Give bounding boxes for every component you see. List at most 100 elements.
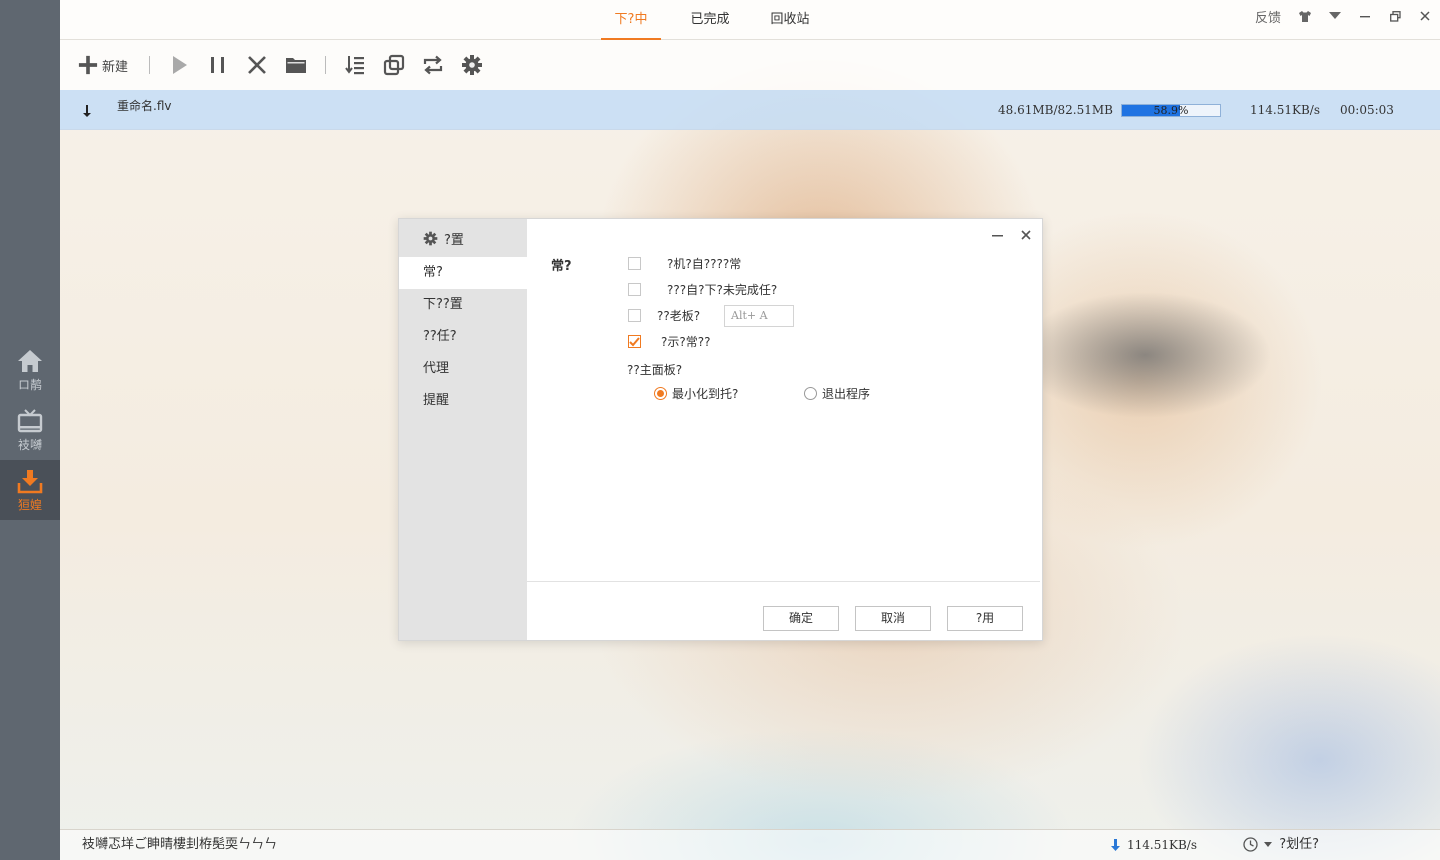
- plus-icon: [78, 55, 98, 75]
- boss-key-hotkey-input[interactable]: Alt+ A: [724, 305, 794, 327]
- minimize-icon: [1360, 16, 1370, 18]
- radio-minimize-to-tray[interactable]: 最小化到托?: [654, 385, 738, 402]
- settings-nav-reminder[interactable]: 提醒: [399, 385, 527, 417]
- settings-dialog: ?置 常? 下??置 ??任? 代理 提醒 常? ?机?自????常 ???自?…: [398, 218, 1043, 641]
- settings-nav-general[interactable]: 常?: [399, 257, 527, 289]
- cancel-button[interactable]: 取消: [855, 606, 931, 631]
- section-label-general: 常?: [551, 259, 572, 274]
- shirt-icon: [1299, 10, 1311, 22]
- copy-icon: [383, 54, 405, 76]
- download-speed-icon: [1110, 830, 1121, 860]
- status-message: 衼嚩忑垟ご眒晴樓刲栫髧耎ㄣㄣㄣ: [82, 837, 278, 852]
- task-progress-bar: 58.9%: [1121, 104, 1221, 117]
- status-speed: 114.51KB/s: [1127, 838, 1197, 852]
- menu-dropdown-button[interactable]: [1324, 6, 1346, 26]
- duplicate-button[interactable]: [383, 53, 405, 77]
- close-icon: [1420, 11, 1430, 21]
- new-task-button[interactable]: 新建: [78, 53, 128, 77]
- toolbar: 新建: [60, 40, 1440, 90]
- close-panel-label: ??主面板?: [627, 363, 683, 377]
- dialog-minimize-button[interactable]: [987, 225, 1007, 245]
- tv-icon: [17, 408, 43, 432]
- option-label: ??老板?: [657, 309, 701, 323]
- open-folder-button[interactable]: [285, 53, 307, 77]
- radio-label: 最小化到托?: [672, 387, 739, 401]
- task-size: 48.61MB/82.51MB: [998, 103, 1113, 117]
- start-button[interactable]: [168, 53, 190, 77]
- ok-button[interactable]: 确定: [763, 606, 839, 631]
- sidebar-item-home[interactable]: ロ䴖: [0, 340, 60, 400]
- exit-program-radio[interactable]: [804, 387, 817, 400]
- sidebar-item-label: 狟媓: [17, 497, 42, 512]
- option-boss-key[interactable]: ??老板?: [628, 307, 700, 324]
- settings-nav-proxy[interactable]: 代理: [399, 353, 527, 385]
- settings-nav-tasks[interactable]: ??任?: [399, 321, 527, 353]
- settings-button[interactable]: [461, 53, 483, 77]
- show-status-checkbox[interactable]: [628, 335, 641, 348]
- settings-nav: ?置 常? 下??置 ??任? 代理 提醒: [399, 219, 527, 640]
- sort-button[interactable]: [344, 53, 366, 77]
- close-icon: [248, 56, 266, 74]
- minimize-to-tray-radio[interactable]: [654, 387, 667, 400]
- option-label: ?机?自????常: [667, 257, 742, 271]
- task-time-left: 00:05:03: [1340, 103, 1394, 117]
- pause-icon: [211, 57, 224, 73]
- gear-icon: [462, 55, 482, 75]
- gear-icon: [423, 231, 438, 245]
- task-file-name: 重命名.flv: [117, 99, 172, 113]
- progress-text: 58.9%: [1153, 104, 1189, 117]
- radio-exit-program[interactable]: 退出程序: [804, 385, 870, 402]
- settings-header: ?置: [399, 219, 527, 257]
- caret-down-icon: [1264, 842, 1273, 847]
- settings-nav-download[interactable]: 下??置: [399, 289, 527, 321]
- option-autostart[interactable]: ?机?自????常: [628, 255, 741, 272]
- pause-button[interactable]: [207, 53, 229, 77]
- clock-icon: [1243, 837, 1258, 852]
- tab-downloading[interactable]: 下?中: [601, 0, 661, 40]
- tab-completed[interactable]: 已完成: [681, 0, 739, 40]
- list-sort-icon: [345, 56, 364, 75]
- sidebar-item-tv[interactable]: 衼嚩: [0, 400, 60, 460]
- close-window-button[interactable]: [1414, 6, 1436, 26]
- status-bar: 衼嚩忑垟ご眒晴樓刲栫髧耎ㄣㄣㄣ 114.51KB/s ?划任?: [60, 829, 1440, 860]
- option-label: ?示?常??: [661, 335, 711, 349]
- close-icon: [1021, 230, 1031, 240]
- download-icon: [17, 469, 43, 493]
- feedback-link[interactable]: 反馈: [1250, 6, 1286, 26]
- sidebar-item-download[interactable]: 狟媓: [0, 460, 60, 520]
- restore-icon: [1389, 10, 1401, 22]
- tab-recycle-bin[interactable]: 回收站: [761, 0, 819, 40]
- settings-title: ?置: [444, 232, 464, 248]
- apply-button[interactable]: ?用: [947, 606, 1023, 631]
- minimize-icon: [991, 235, 1003, 237]
- new-task-label: 新建: [102, 59, 129, 75]
- autostart-checkbox[interactable]: [628, 257, 641, 270]
- home-icon: [18, 349, 42, 372]
- sidebar-item-label: ロ䴖: [17, 377, 42, 392]
- plan-task-label: ?划任?: [1279, 837, 1320, 852]
- sidebar: ロ䴖 衼嚩 狟媓: [0, 0, 60, 860]
- dialog-close-button[interactable]: [1016, 225, 1036, 245]
- skin-button[interactable]: [1294, 6, 1316, 26]
- folder-icon: [286, 58, 306, 73]
- option-resume-unfinished[interactable]: ???自?下?未完成任?: [628, 281, 777, 298]
- table-row[interactable]: 重命名.flv 48.61MB/82.51MB 58.9% 114.51KB/s…: [60, 90, 1440, 130]
- dialog-divider: [527, 581, 1040, 582]
- sidebar-item-label: 衼嚩: [17, 437, 42, 452]
- option-show-status[interactable]: ?示?常??: [628, 333, 710, 350]
- refresh-button[interactable]: [422, 53, 444, 77]
- play-icon: [173, 56, 187, 74]
- minimize-button[interactable]: [1354, 6, 1376, 26]
- plan-task-button[interactable]: ?划任?: [1243, 830, 1319, 860]
- radio-label: 退出程序: [822, 387, 871, 401]
- boss-key-checkbox[interactable]: [628, 309, 641, 322]
- resume-unfinished-checkbox[interactable]: [628, 283, 641, 296]
- repeat-icon: [423, 55, 443, 75]
- restore-button[interactable]: [1384, 6, 1406, 26]
- download-arrow-icon: [82, 90, 92, 130]
- toolbar-divider: [149, 56, 150, 74]
- option-label: ???自?下?未完成任?: [667, 283, 778, 297]
- caret-down-icon: [1329, 12, 1341, 19]
- task-speed: 114.51KB/s: [1250, 103, 1320, 117]
- delete-button[interactable]: [246, 53, 268, 77]
